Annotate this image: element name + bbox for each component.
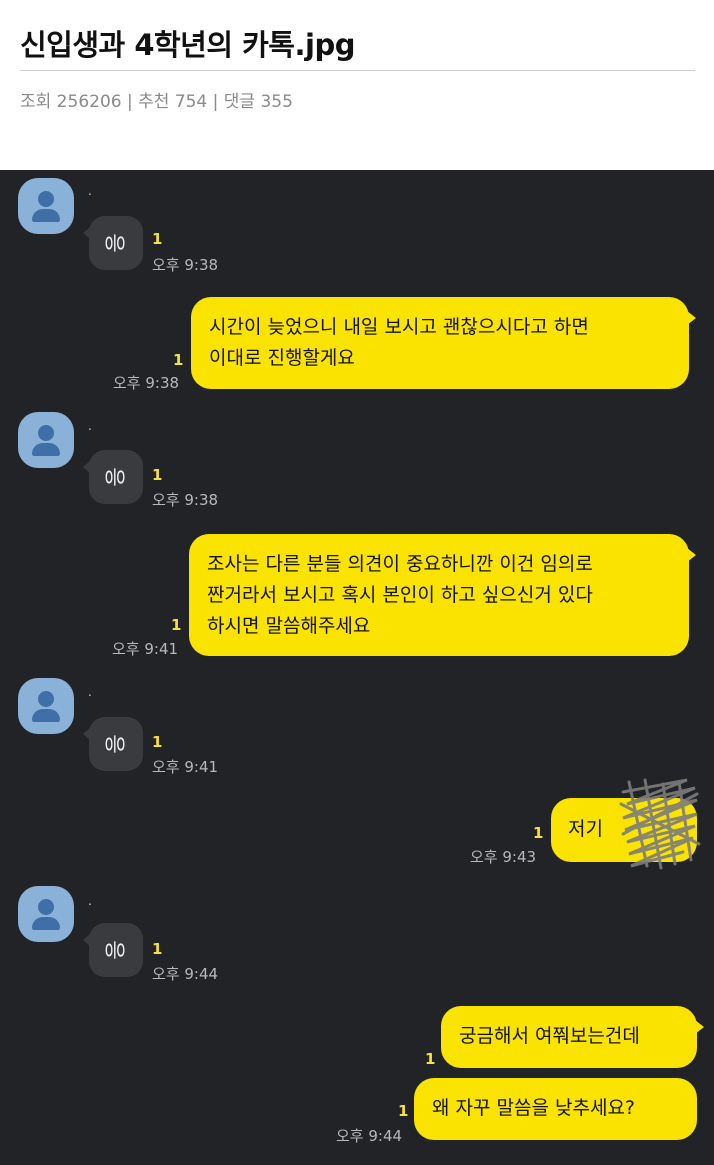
sender-name: .: [88, 419, 92, 433]
sender-avatar-icon[interactable]: [18, 412, 74, 468]
unread-count: 1: [173, 351, 184, 369]
outgoing-message: 저기: [551, 778, 701, 870]
post-meta: 조회 256206 | 추천 754 | 댓글 355: [20, 92, 293, 112]
redaction-scribble: [619, 778, 701, 870]
message-line: 왜 자꾸 말씀을 낮추세요?: [432, 1097, 636, 1119]
message-line: 시간이 늦었으니 내일 보시고 괜찮으시다고 하면: [209, 316, 589, 338]
sender-name: .: [88, 685, 92, 699]
title-divider: [20, 70, 695, 71]
unread-count: 1: [152, 230, 163, 248]
message-line: 조사는 다른 분들 의견이 중요하니깐 이건 임의로: [207, 553, 593, 575]
unread-count: 1: [152, 940, 163, 958]
unread-count: 1: [171, 616, 182, 634]
incoming-message: 응: [83, 450, 143, 504]
message-text: 응: [102, 940, 127, 960]
unread-count: 1: [152, 733, 163, 751]
sender-name: .: [88, 894, 92, 908]
message-line: 짠거라서 보시고 혹시 본인이 하고 싶으신거 있다: [207, 584, 593, 606]
message-time: 오후 9:44: [336, 1127, 403, 1145]
chat-screenshot: . 응 1 오후 9:38 시간이 늦었으니 내일 보시고 괜찮으시다고 하면 …: [0, 170, 714, 1165]
sender-avatar-icon[interactable]: [18, 678, 74, 734]
outgoing-message: 궁금해서 여쭤보는건데: [441, 1006, 704, 1068]
unread-count: 1: [152, 466, 163, 484]
post-header: 신입생과 4학년의 카톡.jpg 조회 256206 | 추천 754 | 댓글…: [0, 0, 714, 170]
unread-count: 1: [425, 1050, 436, 1068]
message-line: 이대로 진행할게요: [209, 347, 355, 369]
message-text: 응: [102, 467, 127, 487]
sender-name: .: [88, 184, 92, 198]
post-title: 신입생과 4학년의 카톡.jpg: [20, 28, 355, 62]
outgoing-message: 왜 자꾸 말씀을 낮추세요?: [414, 1078, 697, 1140]
message-time: 오후 9:41: [112, 640, 179, 658]
incoming-message: 응: [83, 717, 143, 771]
message-text: 응: [102, 233, 127, 253]
message-time: 오후 9:41: [152, 758, 219, 776]
outgoing-message: 조사는 다른 분들 의견이 중요하니깐 이건 임의로 짠거라서 보시고 혹시 본…: [189, 534, 696, 656]
incoming-message: 응: [83, 216, 143, 270]
message-time: 오후 9:43: [470, 848, 537, 866]
message-time: 오후 9:38: [152, 491, 219, 509]
message-time: 오후 9:38: [113, 374, 180, 392]
unread-count: 1: [533, 824, 544, 842]
message-time: 오후 9:44: [152, 965, 219, 983]
sender-avatar-icon[interactable]: [18, 886, 74, 942]
message-text: 응: [102, 734, 127, 754]
incoming-message: 응: [83, 923, 143, 977]
sender-avatar-icon[interactable]: [18, 178, 74, 234]
message-time: 오후 9:38: [152, 256, 219, 274]
message-line: 하시면 말씀해주세요: [207, 615, 371, 637]
outgoing-message: 시간이 늦었으니 내일 보시고 괜찮으시다고 하면 이대로 진행할게요: [191, 297, 696, 389]
unread-count: 1: [398, 1102, 409, 1120]
message-line: 궁금해서 여쭤보는건데: [459, 1025, 640, 1047]
